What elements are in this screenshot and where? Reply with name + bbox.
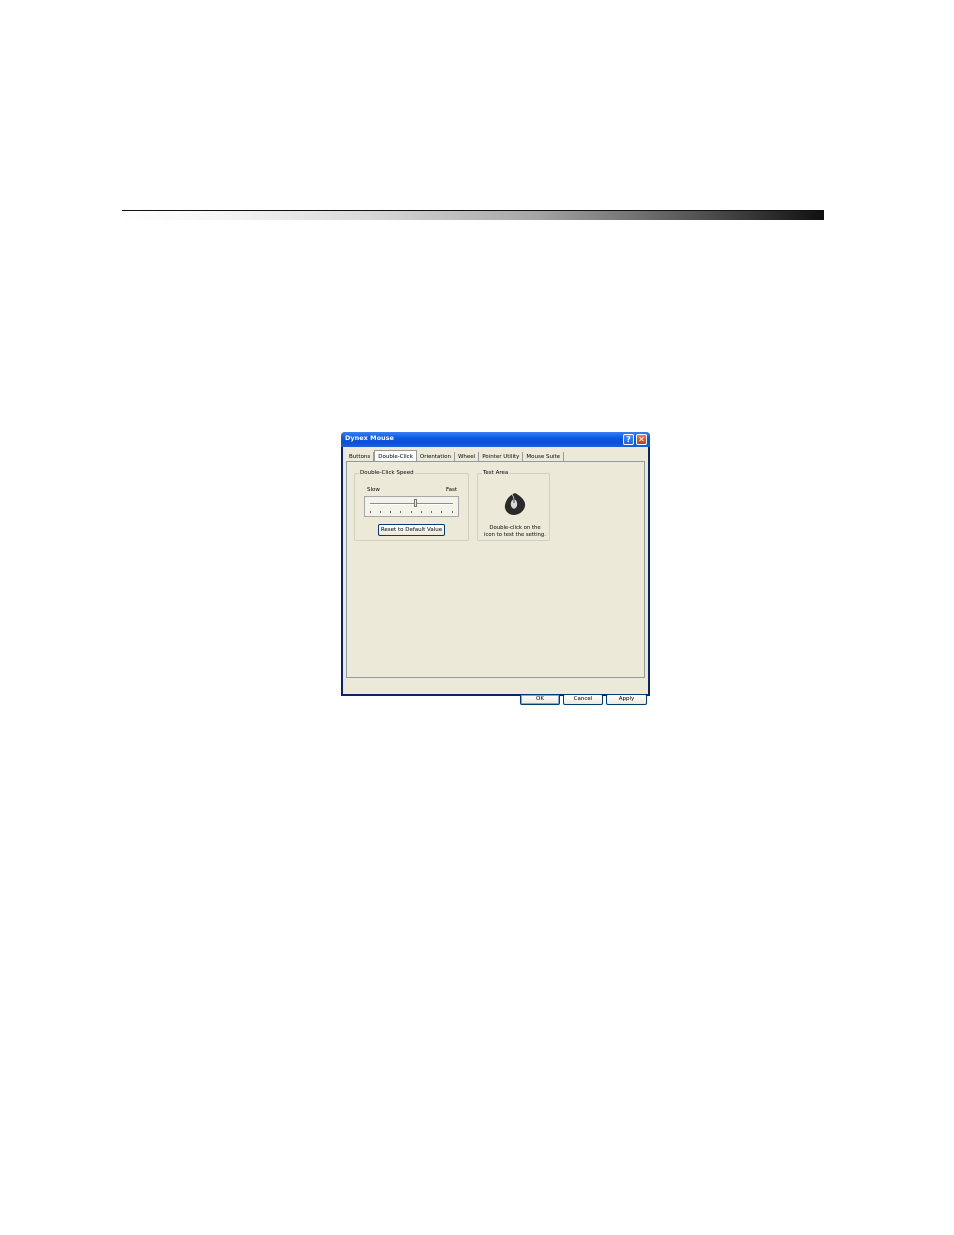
test-instruction: Double-click on the icon to test the set… xyxy=(483,525,547,539)
header-gradient-rule xyxy=(122,210,824,220)
slider-tick xyxy=(411,511,412,513)
mouse-icon[interactable] xyxy=(502,491,528,517)
window-title: Dynex Mouse xyxy=(345,434,394,442)
test-area-group: Test Area Double-click on the icon to te… xyxy=(477,470,550,541)
close-icon: ✕ xyxy=(638,435,645,444)
double-click-speed-group: Double-Click Speed Slow Fast Reset to De… xyxy=(354,470,469,541)
dialog-body: Buttons Double-Click Orientation Wheel P… xyxy=(343,447,648,705)
reset-default-button[interactable]: Reset to Default Value xyxy=(378,524,445,536)
test-instruction-line2: icon to test the setting. xyxy=(484,532,546,538)
help-button[interactable]: ? xyxy=(623,434,634,445)
fast-label: Fast xyxy=(446,487,458,493)
cancel-button[interactable]: Cancel xyxy=(563,694,603,705)
slider-track xyxy=(370,503,453,505)
slider-tick xyxy=(421,511,422,513)
slow-label: Slow xyxy=(367,487,380,493)
title-bar[interactable]: Dynex Mouse ? ✕ xyxy=(341,432,650,447)
ok-button[interactable]: OK xyxy=(520,694,560,705)
close-button[interactable]: ✕ xyxy=(636,434,647,445)
slider-tick xyxy=(452,511,453,513)
slider-tick xyxy=(370,511,371,513)
slider-tick xyxy=(380,511,381,513)
slider-tick xyxy=(431,511,432,513)
test-instruction-line1: Double-click on the xyxy=(489,525,541,531)
slider-thumb[interactable] xyxy=(414,499,418,507)
speed-slider[interactable] xyxy=(364,496,459,517)
tab-panel: Double-Click Speed Slow Fast Reset to De… xyxy=(346,461,645,678)
slider-tick xyxy=(400,511,401,513)
test-area-label: Test Area xyxy=(482,470,510,476)
apply-button[interactable]: Apply xyxy=(606,694,647,705)
header-rule-line xyxy=(122,210,824,211)
question-icon: ? xyxy=(626,435,631,444)
dialog-window: Dynex Mouse ? ✕ Buttons Double-Click Ori… xyxy=(341,432,650,705)
slider-tick xyxy=(441,511,442,513)
double-click-speed-label: Double-Click Speed xyxy=(359,470,415,476)
slider-tick xyxy=(390,511,391,513)
